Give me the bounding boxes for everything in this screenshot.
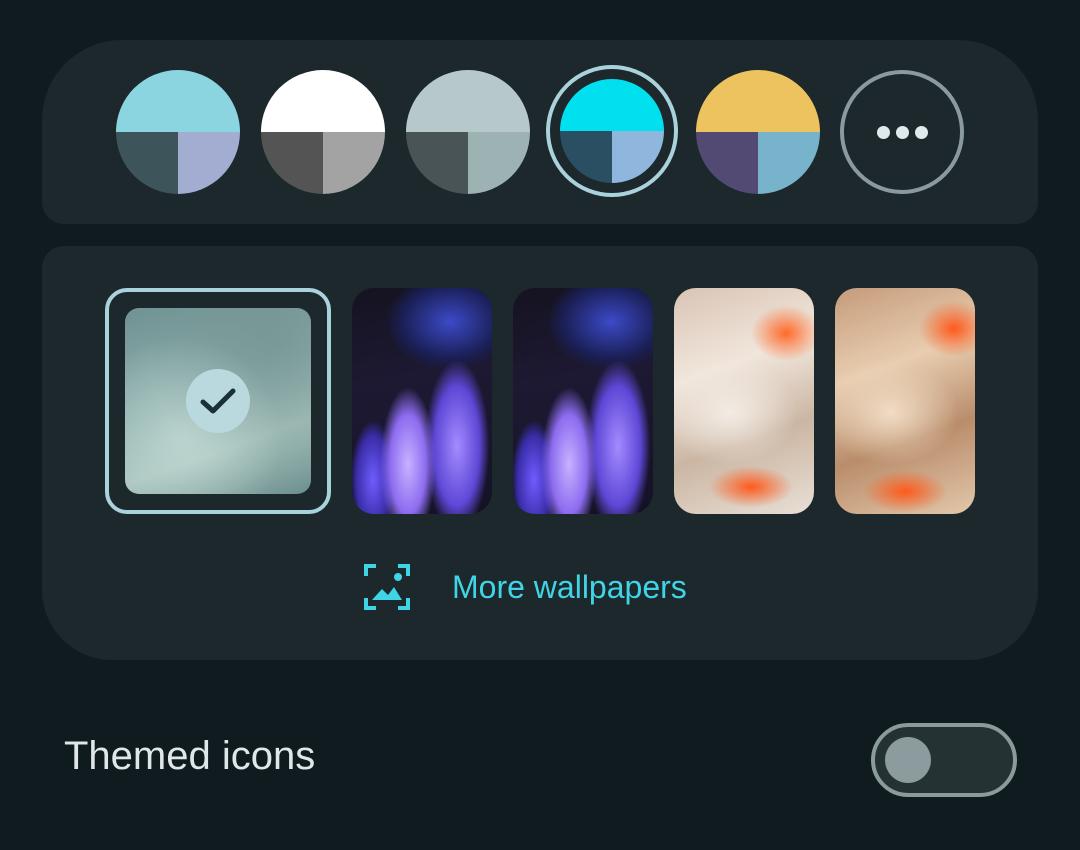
wallpaper-icon xyxy=(362,562,412,612)
wallpaper-purple-2[interactable] xyxy=(513,288,653,514)
wallpaper-orange-1[interactable] xyxy=(674,288,814,514)
themed-icons-toggle[interactable] xyxy=(871,723,1017,797)
toggle-knob xyxy=(885,737,931,783)
color-swatch-4[interactable] xyxy=(560,79,664,183)
more-colors-button[interactable] xyxy=(840,70,964,194)
color-swatch-1[interactable] xyxy=(116,70,240,194)
more-wallpapers-link[interactable]: More wallpapers xyxy=(362,562,687,612)
wallpaper-orange-2[interactable] xyxy=(835,288,975,514)
more-wallpapers-label: More wallpapers xyxy=(452,568,687,605)
color-swatch-2[interactable] xyxy=(261,70,385,194)
color-swatch-5[interactable] xyxy=(696,70,820,194)
check-icon xyxy=(186,369,250,433)
color-swatch-3[interactable] xyxy=(406,70,530,194)
themed-icons-label: Themed icons xyxy=(64,734,316,778)
wallpaper-purple-1[interactable] xyxy=(352,288,492,514)
more-horiz-icon xyxy=(876,125,890,139)
